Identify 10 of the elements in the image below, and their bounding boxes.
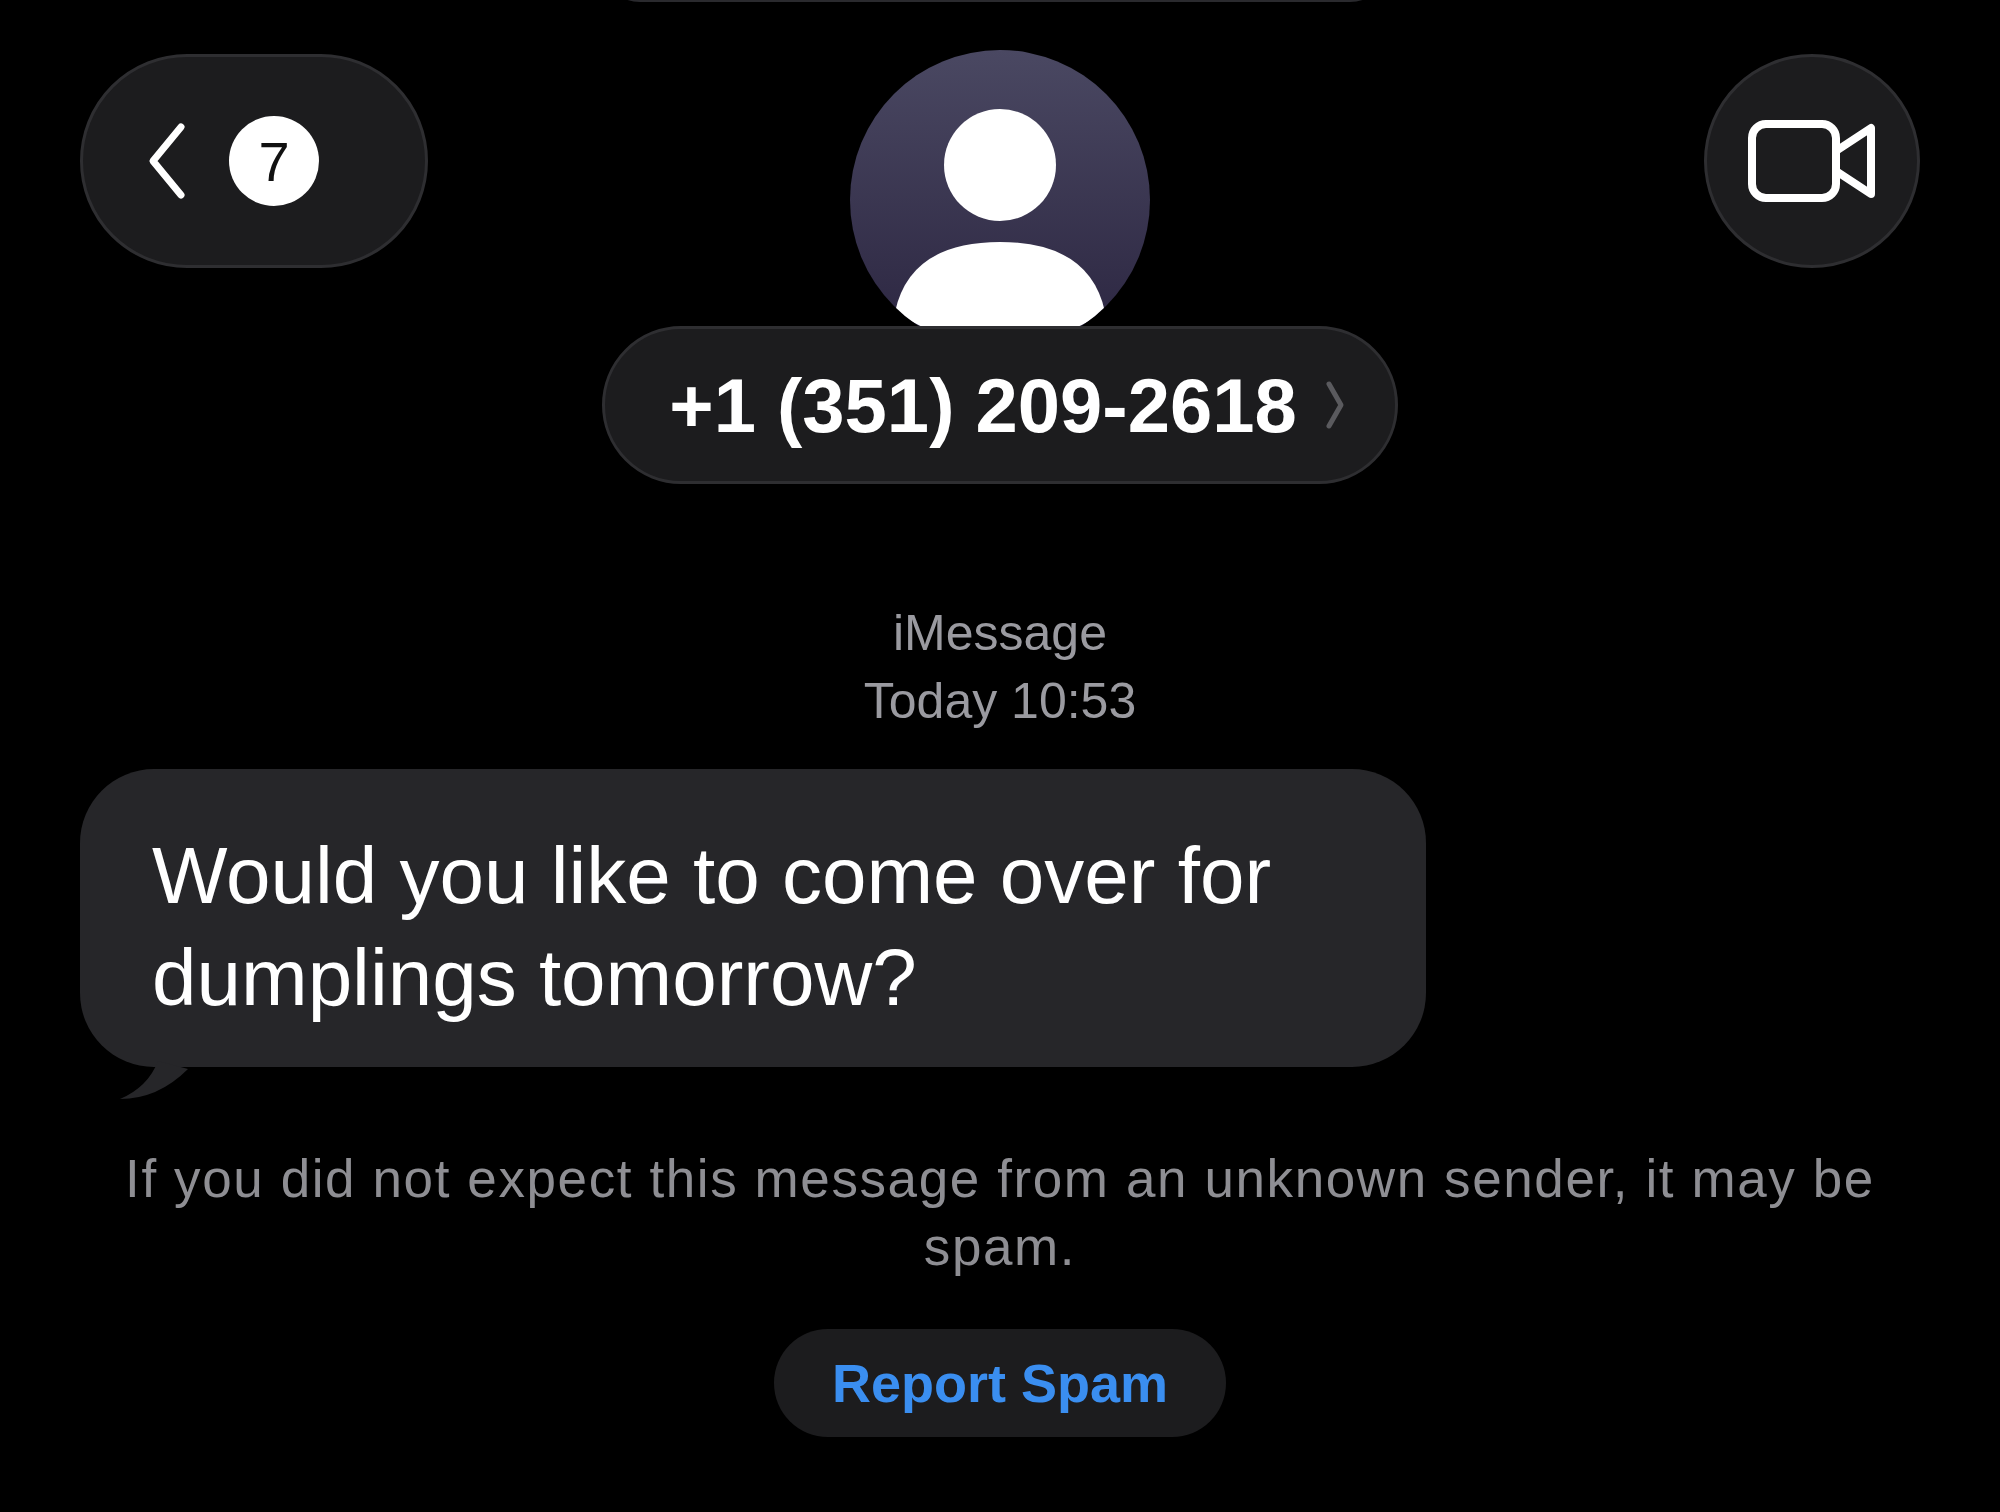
timestamp: Today 10:53	[863, 672, 1137, 731]
contact-name-button[interactable]: +1 (351) 209-2618	[602, 326, 1398, 484]
service-label: iMessage	[893, 604, 1107, 663]
unread-count-badge: 7	[229, 116, 319, 206]
chevron-right-icon	[1324, 380, 1345, 430]
spam-notice: If you did not expect this message from an unknown sender, it may be spam.	[124, 1148, 1876, 1278]
report-spam-button[interactable]: Report Spam	[774, 1329, 1226, 1437]
back-chevron-icon	[147, 121, 187, 201]
message-text: Would you like to come over for dumplings tomorrow?	[152, 830, 1273, 1024]
back-button[interactable]: 7	[80, 54, 428, 268]
